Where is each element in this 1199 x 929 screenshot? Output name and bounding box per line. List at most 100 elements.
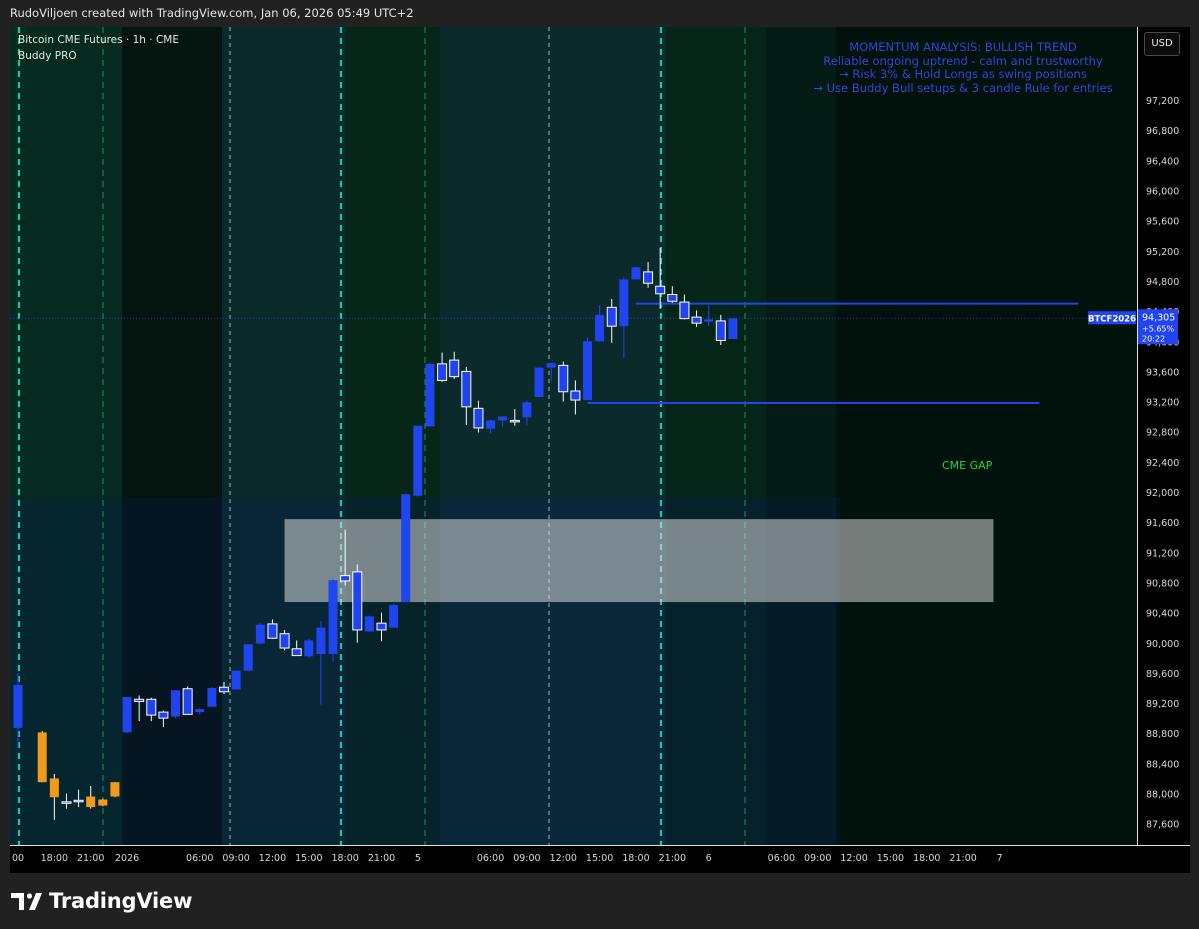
candle-body	[534, 367, 544, 398]
candle-body	[631, 267, 641, 280]
price-tick-label: 96,400	[1146, 156, 1179, 167]
candle	[425, 362, 435, 427]
time-tick-label: 18:00	[41, 853, 68, 864]
chart-frame[interactable]: 97,200 96,800 96,400 96,000 95,600 95,200 94,8…	[10, 27, 1190, 873]
time-tick-label: 12:00	[550, 853, 577, 864]
price-tick-label: 88,000	[1146, 790, 1179, 801]
candle-body	[110, 782, 120, 797]
time-tick-label: 21:00	[368, 853, 395, 864]
tradingview-logo-icon	[11, 893, 42, 910]
candle-body	[86, 796, 96, 808]
candle-body	[304, 640, 314, 657]
cme-gap-zone	[284, 519, 994, 603]
candle-body	[218, 686, 229, 693]
indicator-legend[interactable]: Buddy PRO	[18, 50, 77, 62]
last-price-label: 94,305	[1142, 312, 1175, 323]
time-tick-label: 06:00	[477, 853, 504, 864]
candle-body	[291, 648, 302, 657]
tradingview-logo[interactable]: TradingView	[11, 886, 192, 916]
cme-gap-label: CME GAP	[942, 459, 993, 472]
candle-body	[449, 359, 460, 378]
candle-body	[389, 605, 399, 628]
candle-body	[486, 420, 496, 429]
candle-body	[509, 419, 520, 423]
candle-body	[231, 670, 241, 690]
candle-body	[728, 318, 738, 339]
candle	[207, 687, 217, 707]
candle	[534, 366, 544, 398]
candle-body	[582, 341, 592, 401]
candle-body	[401, 494, 411, 603]
time-tick-label: 00	[12, 853, 24, 864]
momentum-analysis-box: MOMENTUM ANALYSIS: BULLISH TREND Reliabl…	[770, 40, 1156, 95]
price-tick-label: 88,800	[1146, 729, 1179, 740]
candle-body	[316, 627, 326, 655]
candle	[401, 493, 411, 603]
time-tick-label: 15:00	[877, 853, 904, 864]
candle-body	[691, 316, 702, 324]
time-tick-label: 18:00	[331, 853, 358, 864]
candle-body	[255, 624, 265, 644]
time-tick-label: 6	[706, 853, 712, 864]
time-tick-label: 15:00	[295, 853, 322, 864]
candle-body	[413, 425, 423, 496]
countdown-label: 20:22	[1142, 334, 1165, 343]
time-tick-label: 18:00	[622, 853, 649, 864]
price-tick-label: 95,200	[1146, 247, 1179, 258]
momentum-line-1: Reliable ongoing uptrend - calm and trus…	[823, 53, 1103, 68]
candle	[728, 317, 738, 339]
time-tick-label: 09:00	[222, 853, 249, 864]
candle	[122, 697, 132, 734]
candle-body	[679, 301, 690, 320]
candle-body	[376, 622, 387, 631]
candle-body	[279, 633, 290, 649]
candle	[304, 638, 314, 658]
credit-bar: RudoViljoen created with TradingView.com…	[0, 0, 1199, 27]
time-tick-label: 21:00	[949, 853, 976, 864]
price-tick-label: 92,400	[1146, 458, 1179, 469]
price-tick-label: 87,600	[1146, 820, 1179, 831]
candle-body	[328, 580, 338, 655]
time-tick-label: 06:00	[186, 853, 213, 864]
candle	[231, 670, 241, 690]
candle-body	[182, 688, 193, 715]
candle	[389, 603, 399, 628]
candle-body	[715, 320, 726, 341]
candle	[98, 798, 108, 807]
price-tick-label: 96,800	[1146, 126, 1179, 137]
price-tick-label: 91,600	[1146, 518, 1179, 529]
candle-body	[49, 778, 59, 798]
candle	[110, 782, 120, 798]
time-tick-label: 18:00	[913, 853, 940, 864]
ticker-tag-label: BTCF2026	[1088, 314, 1136, 324]
time-tick-label: 21:00	[77, 853, 104, 864]
price-tick-label: 90,400	[1146, 609, 1179, 620]
candle-body	[606, 306, 617, 327]
time-tick-label: 12:00	[840, 853, 867, 864]
price-tick-label: 89,600	[1146, 669, 1179, 680]
candle-body	[13, 684, 23, 728]
candle-body	[546, 363, 556, 368]
candle-body	[171, 690, 181, 717]
price-tick-label: 94,800	[1146, 277, 1179, 288]
time-tick-label: 15:00	[586, 853, 613, 864]
candle-body	[195, 709, 205, 713]
candle	[182, 686, 193, 715]
candle-body	[98, 799, 108, 806]
candle-body	[558, 364, 569, 393]
candle	[631, 266, 641, 280]
candle-body	[461, 370, 472, 408]
candle-body	[425, 363, 435, 427]
price-tick-label: 95,600	[1146, 217, 1179, 228]
candle	[364, 615, 374, 633]
price-chart[interactable]: 97,200 96,800 96,400 96,000 95,600 95,200 94,8…	[10, 27, 1190, 873]
candle-body	[267, 623, 278, 639]
time-tick-label: 12:00	[259, 853, 286, 864]
change-label: +5.65%	[1142, 324, 1175, 333]
candle-body	[437, 363, 448, 381]
symbol-legend[interactable]: Bitcoin CME Futures · 1h · CME	[18, 34, 179, 46]
time-tick-label: 09:00	[513, 853, 540, 864]
session-band	[836, 27, 1137, 845]
price-axis-bg	[1138, 27, 1190, 873]
candle-body	[704, 319, 714, 322]
